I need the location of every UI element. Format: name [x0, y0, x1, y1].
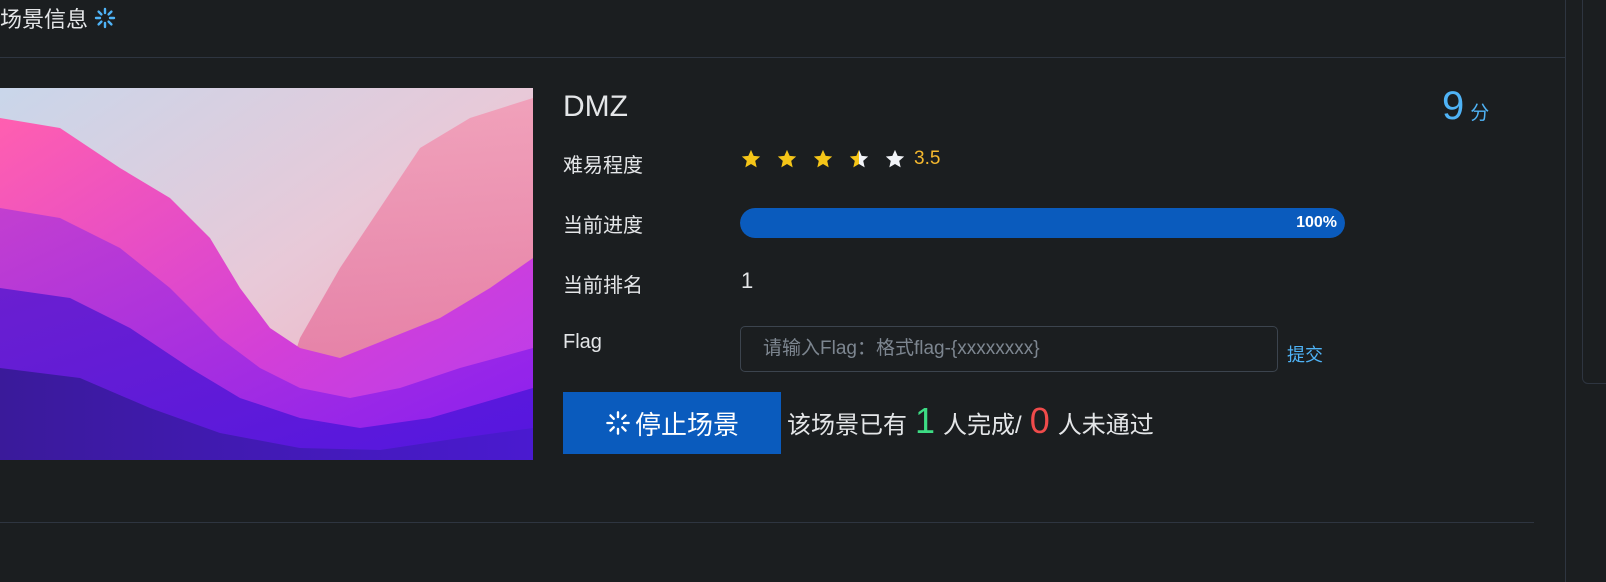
failed-count: 0 [1029, 400, 1050, 441]
star-icon [812, 148, 834, 170]
scene-name: DMZ [563, 90, 628, 123]
stats-prefix: 该场景已有 [787, 412, 907, 439]
progress-fill: 100% [740, 208, 1345, 238]
bottom-divider [0, 522, 1534, 523]
flag-label: Flag [563, 331, 602, 353]
right-side-panel [1582, 0, 1606, 384]
completed-suffix: 人完成/ [943, 412, 1022, 439]
spinner-icon [94, 7, 116, 29]
failed-suffix: 人未通过 [1057, 412, 1154, 439]
progress-text: 100% [1296, 214, 1337, 231]
right-divider [1565, 0, 1566, 582]
completion-stats: 该场景已有 1 人完成/ 0 人未通过 [787, 400, 1154, 442]
star-icon [740, 148, 762, 170]
difficulty-label: 难易程度 [563, 155, 643, 177]
spinner-icon [605, 410, 631, 436]
section-title-text: 场景信息 [0, 7, 89, 32]
star-empty-icon [884, 148, 906, 170]
stop-scene-button[interactable]: 停止场景 [563, 392, 781, 454]
submit-link[interactable]: 提交 [1287, 341, 1323, 367]
flag-input[interactable] [740, 326, 1278, 372]
progress-bar: 100% [740, 208, 1345, 238]
score: 9 分 [1442, 84, 1489, 129]
completed-count: 1 [915, 400, 936, 441]
score-unit: 分 [1470, 103, 1490, 124]
progress-label: 当前进度 [563, 215, 643, 237]
difficulty-value: 3.5 [914, 148, 941, 169]
difficulty-rating: 3.5 [740, 148, 940, 170]
star-half-icon [848, 148, 870, 170]
section-header: 场景信息 [0, 0, 1565, 58]
score-value: 9 [1442, 84, 1465, 128]
rank-label: 当前排名 [563, 275, 643, 297]
star-icon [776, 148, 798, 170]
rank-value: 1 [741, 268, 754, 293]
section-title: 场景信息 [0, 2, 116, 34]
scene-cover-image [0, 88, 533, 460]
stop-scene-label: 停止场景 [634, 409, 739, 440]
